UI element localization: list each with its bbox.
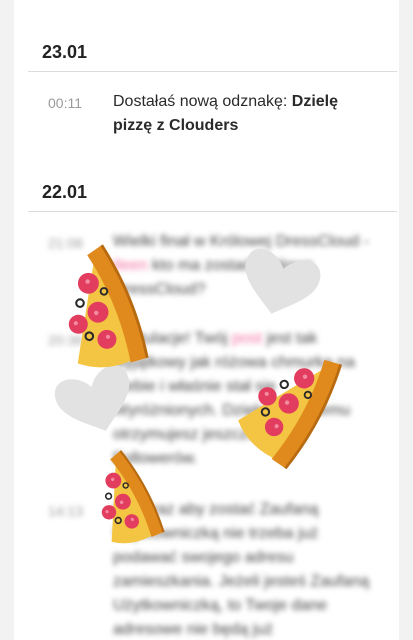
- user-link[interactable]: Ileen: [113, 257, 148, 274]
- notification-text-part: Wielki finał w Królowej DressCloud -: [113, 233, 370, 250]
- notification-time: 00:11: [48, 95, 82, 111]
- notification-text-part: jest tak wyjątkowy jak różowa chmurka na…: [113, 330, 355, 467]
- blurred-notifications: 21:06 Wielki finał w Królowej DressCloud…: [14, 215, 399, 640]
- divider: [28, 211, 397, 212]
- notification-text-part: Gratulacje! Twój: [113, 330, 232, 347]
- notification-text: Od teraz aby zostać Zaufaną Użytkowniczk…: [113, 501, 370, 638]
- divider: [28, 71, 397, 72]
- notification-text: Dostałaś nową odznakę: Dzielę pizzę z Cl…: [113, 90, 375, 138]
- notification-text: Gratulacje! Twój post jest tak wyjątkowy…: [113, 327, 375, 471]
- notification-text-prefix: Dostałaś nową odznakę:: [113, 93, 292, 110]
- date-header: 23.01: [42, 42, 88, 62]
- date-header: 22.01: [42, 182, 88, 202]
- notification-text: Wielki finał w Królowej DressCloud - Ile…: [113, 230, 375, 302]
- notification-time: 21:06: [48, 235, 84, 251]
- notification-time: 20:36: [48, 332, 84, 348]
- post-link[interactable]: post: [232, 330, 262, 347]
- notification-time: 14:13: [48, 503, 84, 519]
